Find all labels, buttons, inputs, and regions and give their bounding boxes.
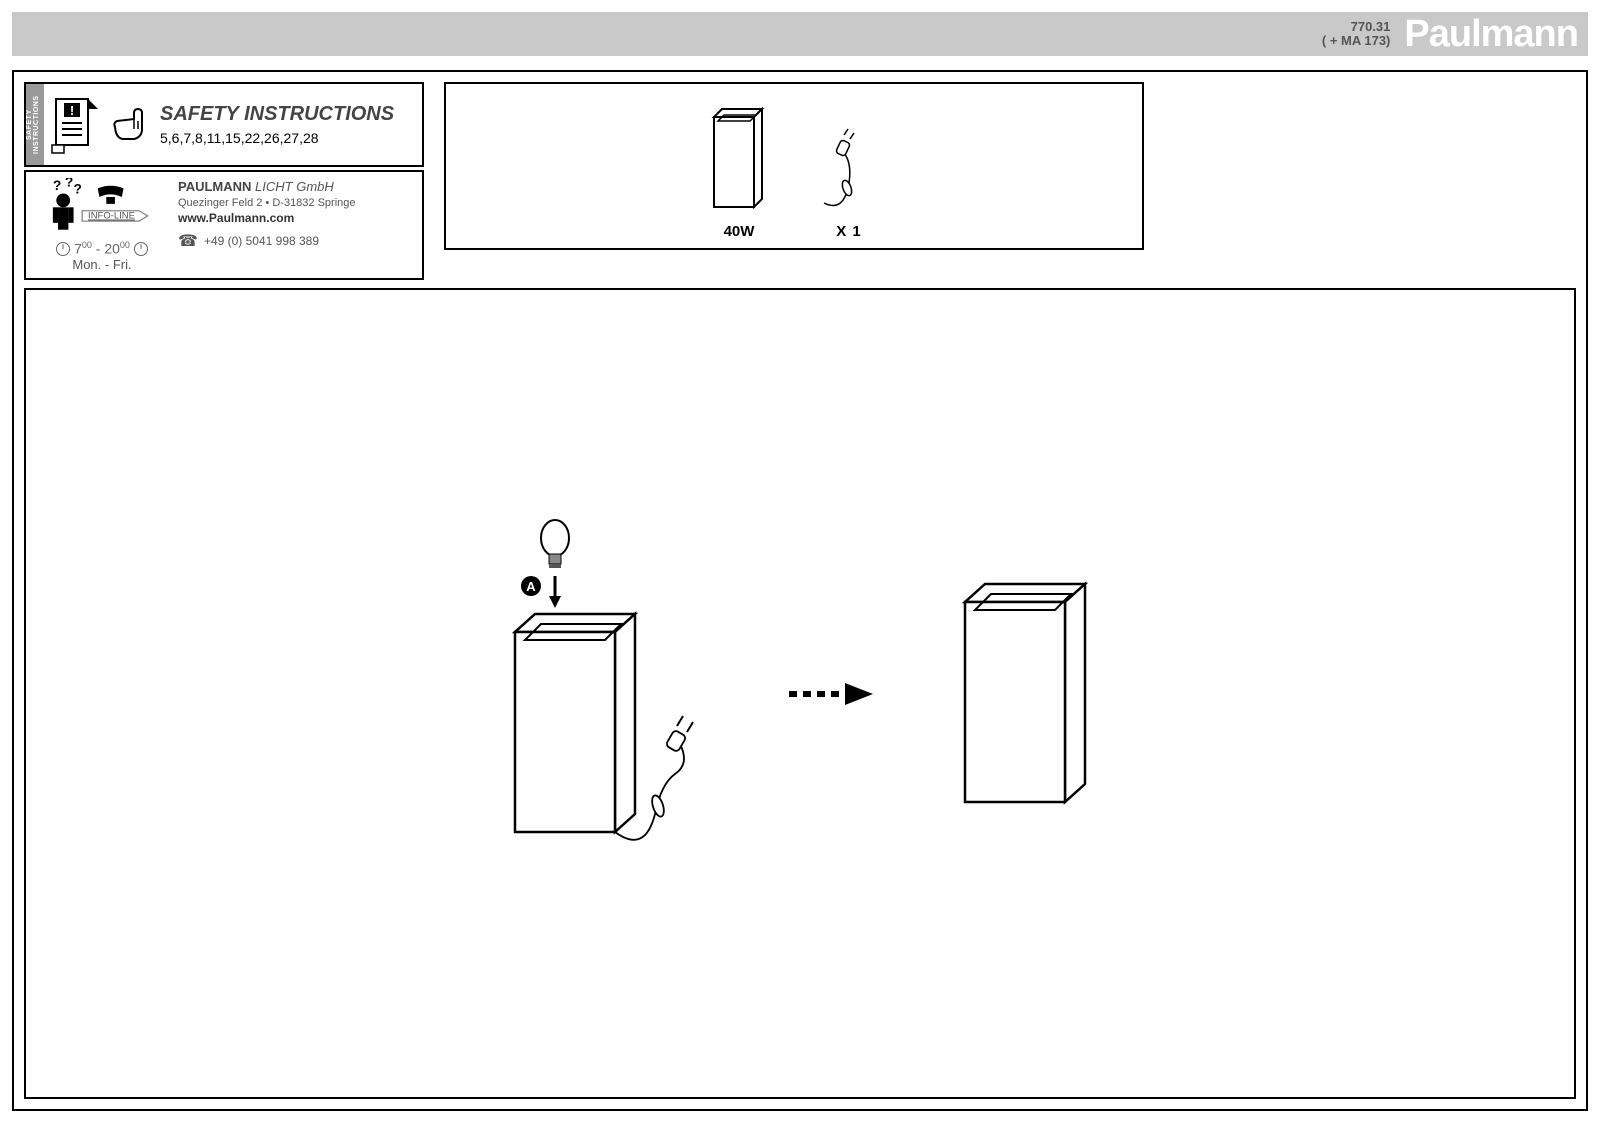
overview-lamp: 40W xyxy=(704,99,774,240)
phone-number: +49 (0) 5041 998 389 xyxy=(204,233,319,249)
clock-icon xyxy=(134,242,148,256)
clock-icon xyxy=(56,242,70,256)
arrow-right-dashed-icon xyxy=(785,679,875,709)
header-bar: 770.31 ( + MA 173) Paulmann xyxy=(12,12,1588,56)
safety-title: SAFETY INSTRUCTIONS xyxy=(160,103,416,126)
contact-right: PAULMANN LICHT GmbH Quezinger Feld 2 • D… xyxy=(178,178,416,272)
assembly-diagram-box: A xyxy=(24,288,1576,1099)
svg-text:?: ? xyxy=(65,178,73,190)
infoline-label: INFO-LINE xyxy=(88,211,135,222)
assembly-result xyxy=(945,564,1125,824)
company-bold: PAULMANN xyxy=(178,179,251,194)
svg-text:?: ? xyxy=(53,178,61,193)
svg-text:?: ? xyxy=(74,182,82,197)
svg-text:!: ! xyxy=(70,103,74,118)
brand-logo: Paulmann xyxy=(1404,13,1578,56)
contact-left: ? ? ? INFO-LINE 700 - 2000 Mon. - Fri. xyxy=(32,178,172,272)
company-light: LICHT GmbH xyxy=(251,179,333,194)
wattage-label: 40W xyxy=(704,223,774,240)
safety-instructions-box: SAFETY INSTRUCTIONS ! SAFETY INSTRUCTION… xyxy=(24,82,424,167)
document-warning-icon: ! xyxy=(50,95,100,155)
safety-tab-label: SAFETY INSTRUCTIONS xyxy=(26,84,44,165)
product-code: 770.31 xyxy=(1322,20,1391,34)
product-overview-box: 40W X 1 xyxy=(444,82,1144,250)
company-name: PAULMANN LICHT GmbH xyxy=(178,178,416,196)
lamp-final-icon xyxy=(945,564,1125,824)
infoline-icon: ? ? ? INFO-LINE xyxy=(37,178,167,238)
lamp-bulb-insert-icon: A xyxy=(475,514,715,874)
safety-body: ! SAFETY INSTRUCTIONS 5,6,7,8,11,15,22,2… xyxy=(44,84,422,165)
overview-cable: X 1 xyxy=(814,103,884,240)
phone-row: ☎ +49 (0) 5041 998 389 xyxy=(178,231,416,253)
page-frame: SAFETY INSTRUCTIONS ! SAFETY INSTRUCTION… xyxy=(12,70,1588,1111)
svg-text:A: A xyxy=(526,579,536,594)
assembly-step-a: A xyxy=(475,514,715,874)
contact-info-box: ? ? ? INFO-LINE 700 - 2000 Mon. - Fri. P… xyxy=(24,170,424,280)
pointing-hand-icon xyxy=(110,105,150,145)
days-text: Mon. - Fri. xyxy=(72,257,131,272)
safety-numbers: 5,6,7,8,11,15,22,26,27,28 xyxy=(160,130,416,146)
hours-text: 700 - 2000 xyxy=(74,240,130,257)
cable-plug-icon xyxy=(814,103,884,223)
hours-row: 700 - 2000 xyxy=(56,240,148,257)
quantity-label: X 1 xyxy=(814,223,884,240)
phone-icon: ☎ xyxy=(178,231,198,253)
company-address: Quezinger Feld 2 • D-31832 Springe xyxy=(178,196,416,211)
ma-code: ( + MA 173) xyxy=(1322,34,1391,48)
product-code-block: 770.31 ( + MA 173) xyxy=(1322,20,1391,49)
company-website: www.Paulmann.com xyxy=(178,210,416,226)
lamp-icon xyxy=(704,99,774,219)
